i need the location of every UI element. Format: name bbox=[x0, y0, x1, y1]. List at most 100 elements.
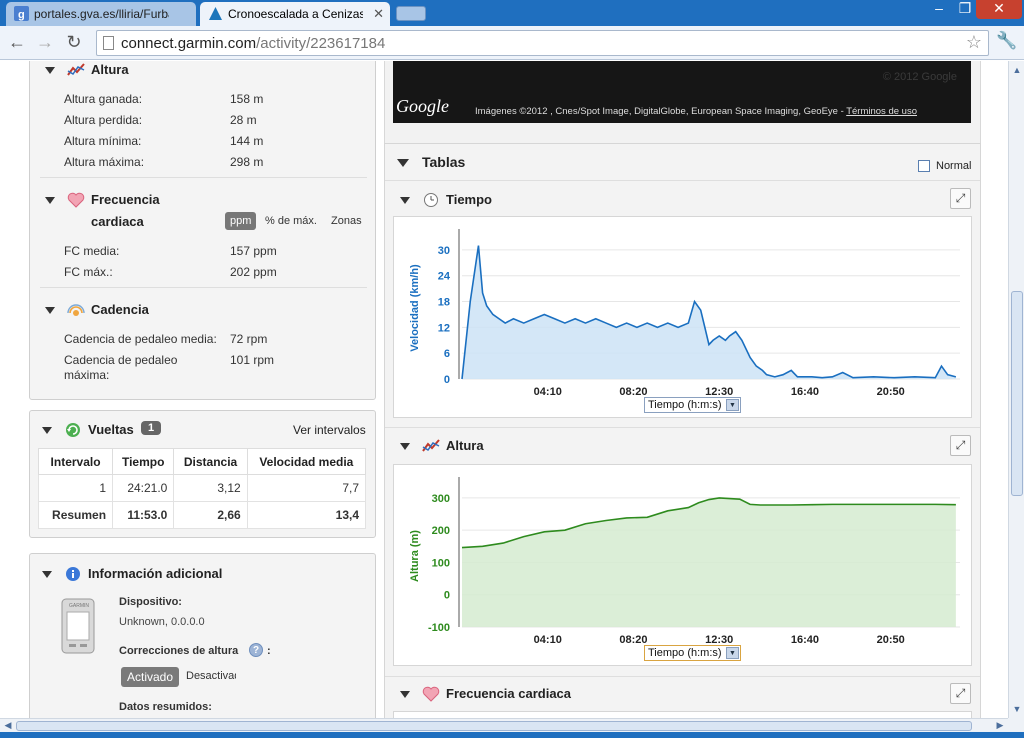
col-tiempo[interactable]: Tiempo bbox=[112, 448, 175, 475]
y-axis-label: Velocidad (km/h) bbox=[409, 264, 421, 352]
divider bbox=[385, 427, 980, 428]
fc-media-value: 157 ppm bbox=[230, 244, 277, 258]
cadence-icon bbox=[67, 304, 85, 316]
normal-checkbox[interactable] bbox=[918, 160, 930, 172]
tab-portales[interactable]: g portales.gva.es/lliria/Furbanis bbox=[6, 2, 196, 26]
fc-unit-percent-button[interactable]: % de máx. bbox=[265, 215, 317, 227]
tab-cronoescalada[interactable]: Cronoescalada a Cenizas. Bus ✕ bbox=[200, 2, 390, 26]
laps-table: Intervalo Tiempo Distancia Velocidad med… bbox=[37, 448, 367, 529]
fc-unit-ppm-button[interactable]: ppm bbox=[225, 212, 257, 230]
y-tick-label: 200 bbox=[432, 525, 450, 537]
ver-intervalos-link[interactable]: Ver intervalos bbox=[293, 423, 366, 437]
col-intervalo[interactable]: Intervalo bbox=[37, 448, 114, 475]
address-bar[interactable]: connect.garmin.com/activity/223617184 ☆ bbox=[96, 30, 989, 56]
scroll-thumb[interactable] bbox=[16, 721, 972, 731]
activado-button[interactable]: Activado bbox=[121, 667, 180, 687]
fc-media-label: FC media: bbox=[64, 244, 120, 258]
x-tick-label: 04:10 bbox=[534, 634, 562, 646]
scroll-down-icon[interactable]: ▼ bbox=[1011, 703, 1023, 715]
device-icon: GARMIN bbox=[61, 598, 95, 654]
collapse-triangle-icon[interactable] bbox=[42, 571, 52, 578]
corr-suffix: : bbox=[267, 645, 271, 657]
google-favicon-icon: g bbox=[14, 6, 29, 21]
window-close-button[interactable]: ✕ bbox=[976, 0, 1022, 19]
corr-label: Correcciones de altura bbox=[119, 645, 239, 657]
altura-perdida-value: 28 m bbox=[230, 113, 257, 127]
cadencia-title: Cadencia bbox=[91, 302, 149, 317]
expand-icon[interactable]: ⤢ bbox=[950, 435, 971, 456]
table-row[interactable]: 1 24:21.0 3,12 7,7 bbox=[37, 474, 367, 502]
horizontal-scrollbar[interactable]: ◀ ▶ bbox=[0, 718, 1008, 732]
help-icon[interactable]: ? bbox=[249, 643, 263, 657]
browser-toolbar: ← → ↻ connect.garmin.com/activity/223617… bbox=[0, 26, 1024, 60]
tab-close-icon[interactable]: ✕ bbox=[373, 6, 384, 22]
altitude-chart-box: -100 0 100 200 300 04:10 08:20 12:30 16:40 20:50 A… bbox=[393, 464, 972, 666]
map-attribution: Imágenes ©2012 , Cnes/Spot Image, Digita… bbox=[475, 106, 917, 117]
desactivado-button[interactable]: Desactivado bbox=[186, 670, 236, 682]
y-tick-label: 30 bbox=[438, 245, 450, 257]
map-attribution-text: Imágenes ©2012 , Cnes/Spot Image, Digita… bbox=[475, 106, 844, 117]
col-distancia[interactable]: Distancia bbox=[173, 448, 248, 475]
bookmark-star-icon[interactable]: ☆ bbox=[966, 32, 982, 53]
collapse-triangle-icon[interactable] bbox=[400, 443, 410, 450]
fc-unit-zones-button[interactable]: Zonas bbox=[331, 215, 362, 227]
divider bbox=[40, 177, 367, 178]
page-viewport: Altura Altura ganada: 158 m Altura perdi… bbox=[0, 61, 1008, 718]
scroll-up-icon[interactable]: ▲ bbox=[1011, 64, 1023, 76]
tiempo-title: Tiempo bbox=[446, 192, 492, 207]
altura-ganada-label: Altura ganada: bbox=[64, 92, 143, 106]
laps-count-badge: 1 bbox=[141, 421, 162, 435]
fc-title-line1: Frecuencia bbox=[91, 192, 160, 207]
cell-tiempo: 24:21.0 bbox=[112, 474, 175, 502]
device-value: Unknown, 0.0.0.0 bbox=[119, 616, 205, 628]
map-terms-link[interactable]: Términos de uso bbox=[846, 106, 917, 117]
collapse-triangle-icon[interactable] bbox=[45, 67, 55, 74]
select-value: Tiempo (h:m:s) bbox=[648, 647, 722, 659]
collapse-triangle-icon[interactable] bbox=[45, 307, 55, 314]
divider bbox=[385, 180, 980, 181]
divider bbox=[40, 287, 367, 288]
scroll-left-icon[interactable]: ◀ bbox=[2, 720, 14, 731]
speed-chart[interactable]: 061218243004:10 08:20 12:30 16:40 20:50Veloc… bbox=[394, 217, 971, 417]
y-tick-label: 18 bbox=[438, 297, 450, 309]
x-tick-label: 04:10 bbox=[534, 386, 562, 398]
vertical-scrollbar[interactable]: ▲ ▼ bbox=[1008, 61, 1024, 718]
new-tab-button[interactable] bbox=[396, 6, 426, 21]
scroll-thumb[interactable] bbox=[1011, 291, 1023, 496]
scroll-right-icon[interactable]: ▶ bbox=[994, 720, 1006, 731]
fc-max-value: 202 ppm bbox=[230, 265, 277, 279]
y-tick-label: 6 bbox=[444, 348, 450, 360]
expand-icon[interactable]: ⤢ bbox=[950, 683, 971, 704]
collapse-triangle-icon[interactable] bbox=[42, 427, 52, 434]
x-axis-select[interactable]: Tiempo (h:m:s) ▼ bbox=[644, 397, 741, 413]
window-frame bbox=[0, 732, 1024, 738]
back-arrow-icon[interactable]: ← bbox=[6, 32, 28, 54]
wrench-icon[interactable]: 🔧 bbox=[996, 31, 1017, 51]
url-text: connect.garmin.com/activity/223617184 bbox=[121, 35, 385, 52]
speed-chart-box: 0 6 12 18 24 30 04:10 08:20 12:30 16:40 20:50 Veloc… bbox=[393, 216, 972, 418]
cadencia-max-value: 101 rpm bbox=[230, 353, 275, 367]
x-axis-select[interactable]: Tiempo (h:m:s) ▼ bbox=[644, 645, 741, 661]
elevation-icon bbox=[67, 63, 85, 76]
satellite-map[interactable]: © 2012 Google Google Imágenes ©2012 , Cn… bbox=[393, 61, 971, 123]
reload-icon[interactable]: ↻ bbox=[63, 32, 85, 54]
col-velocidad-media[interactable]: Velocidad media bbox=[246, 448, 367, 475]
altitude-chart[interactable]: -100010020030004:10 08:20 12:30 16:40 20:50A… bbox=[394, 465, 971, 665]
cell-velocidad: 13,4 bbox=[246, 501, 367, 529]
divider bbox=[385, 676, 980, 677]
collapse-triangle-icon[interactable] bbox=[45, 197, 55, 204]
collapse-triangle-icon[interactable] bbox=[400, 197, 410, 204]
expand-icon[interactable]: ⤢ bbox=[950, 188, 971, 209]
forward-arrow-icon[interactable]: → bbox=[34, 32, 56, 54]
summary-panel: Altura Altura ganada: 158 m Altura perdi… bbox=[29, 61, 376, 400]
collapse-triangle-icon[interactable] bbox=[397, 159, 409, 167]
altura-title: Altura bbox=[91, 62, 129, 77]
scroll-corner bbox=[1008, 718, 1024, 732]
collapse-triangle-icon[interactable] bbox=[400, 691, 410, 698]
fc-chart-title: Frecuencia cardiaca bbox=[446, 686, 572, 701]
maximize-button[interactable]: ❐ bbox=[952, 0, 978, 19]
cadencia-max-label-line2: máxima: bbox=[64, 368, 110, 382]
normal-label: Normal bbox=[936, 160, 972, 172]
y-tick-label: 0 bbox=[444, 374, 450, 386]
minimize-button[interactable]: – bbox=[926, 0, 952, 19]
